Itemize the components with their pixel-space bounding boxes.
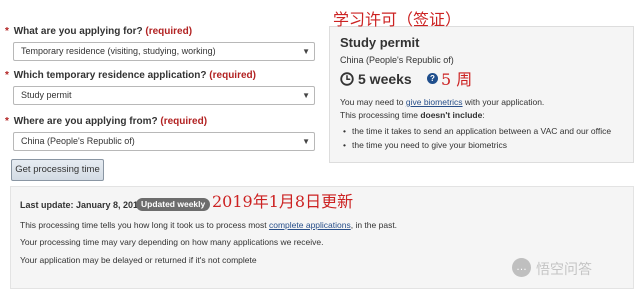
temporary-residence-label: * Which temporary residence application?… bbox=[5, 70, 313, 82]
give-biometrics-link[interactable]: give biometrics bbox=[406, 97, 463, 107]
exclusion-note: This processing time doesn't include: bbox=[340, 110, 485, 120]
application-type-label: * What are you applying for? (required) bbox=[5, 26, 313, 38]
list-item: the time it takes to send an application… bbox=[340, 126, 611, 136]
question-text: Where are you applying from? bbox=[13, 116, 158, 127]
info-line-1: This processing time tells you how long … bbox=[20, 220, 397, 230]
required-text: (required) bbox=[145, 26, 193, 37]
get-processing-time-button[interactable]: Get processing time bbox=[11, 159, 104, 181]
required-text: (required) bbox=[209, 70, 256, 81]
result-title: Study permit bbox=[340, 35, 420, 50]
note-text: : bbox=[482, 110, 485, 120]
updated-weekly-badge: Updated weekly bbox=[136, 198, 211, 211]
annotation-update-date: 2019年1月8日更新 bbox=[212, 192, 354, 211]
info-text: , in the past. bbox=[350, 220, 398, 230]
applying-from-group: * Where are you applying from? (required… bbox=[5, 116, 315, 151]
required-text: (required) bbox=[160, 116, 208, 127]
complete-applications-link[interactable]: complete applications bbox=[269, 220, 351, 230]
temporary-residence-select[interactable]: Study permit ▼ bbox=[13, 86, 315, 105]
chevron-down-icon: ▼ bbox=[302, 137, 310, 146]
exclusion-list: the time it takes to send an application… bbox=[340, 126, 611, 154]
info-line-2: Your processing time may vary depending … bbox=[20, 237, 324, 247]
question-text: Which temporary residence application? bbox=[13, 70, 207, 81]
applying-from-select[interactable]: China (People's Republic of) ▼ bbox=[13, 132, 315, 151]
required-star: * bbox=[5, 70, 9, 81]
question-circle-icon[interactable]: ? bbox=[427, 73, 438, 84]
annotation-study-permit: 学习许可（签证） bbox=[333, 10, 462, 29]
applying-from-label: * Where are you applying from? (required… bbox=[5, 116, 313, 128]
note-text: with your application. bbox=[462, 97, 545, 107]
selected-value: China (People's Republic of) bbox=[21, 136, 135, 146]
selected-value: Temporary residence (visiting, studying,… bbox=[21, 46, 216, 56]
list-item: the time you need to give your biometric… bbox=[340, 140, 611, 150]
last-update-text: Last update: January 8, 2019 bbox=[20, 200, 144, 210]
result-country: China (People's Republic of) bbox=[340, 55, 454, 65]
required-star: * bbox=[5, 116, 9, 127]
clock-icon bbox=[340, 72, 354, 86]
processing-time-form: * What are you applying for? (required) … bbox=[5, 26, 315, 161]
question-text: What are you applying for? bbox=[13, 26, 143, 37]
application-type-group: * What are you applying for? (required) … bbox=[5, 26, 315, 61]
biometrics-note: You may need to give biometrics with you… bbox=[340, 97, 544, 107]
note-text: You may need to bbox=[340, 97, 406, 107]
info-line-3: Your application may be delayed or retur… bbox=[20, 255, 257, 265]
note-emphasis: doesn't include bbox=[420, 110, 483, 120]
watermark-text: 悟空问答 bbox=[536, 261, 592, 277]
processing-duration: 5 weeks bbox=[358, 71, 412, 87]
speech-bubble-icon: … bbox=[512, 258, 531, 277]
temporary-residence-group: * Which temporary residence application?… bbox=[5, 70, 315, 105]
info-text: This processing time tells you how long … bbox=[20, 220, 269, 230]
selected-value: Study permit bbox=[21, 90, 72, 100]
chevron-down-icon: ▼ bbox=[302, 91, 310, 100]
note-text: This processing time bbox=[340, 110, 421, 120]
annotation-five-weeks: 5 周 bbox=[441, 70, 473, 89]
application-type-select[interactable]: Temporary residence (visiting, studying,… bbox=[13, 42, 315, 61]
chevron-down-icon: ▼ bbox=[302, 47, 310, 56]
result-panel: Study permit China (People's Republic of… bbox=[329, 26, 634, 163]
required-star: * bbox=[5, 26, 9, 37]
